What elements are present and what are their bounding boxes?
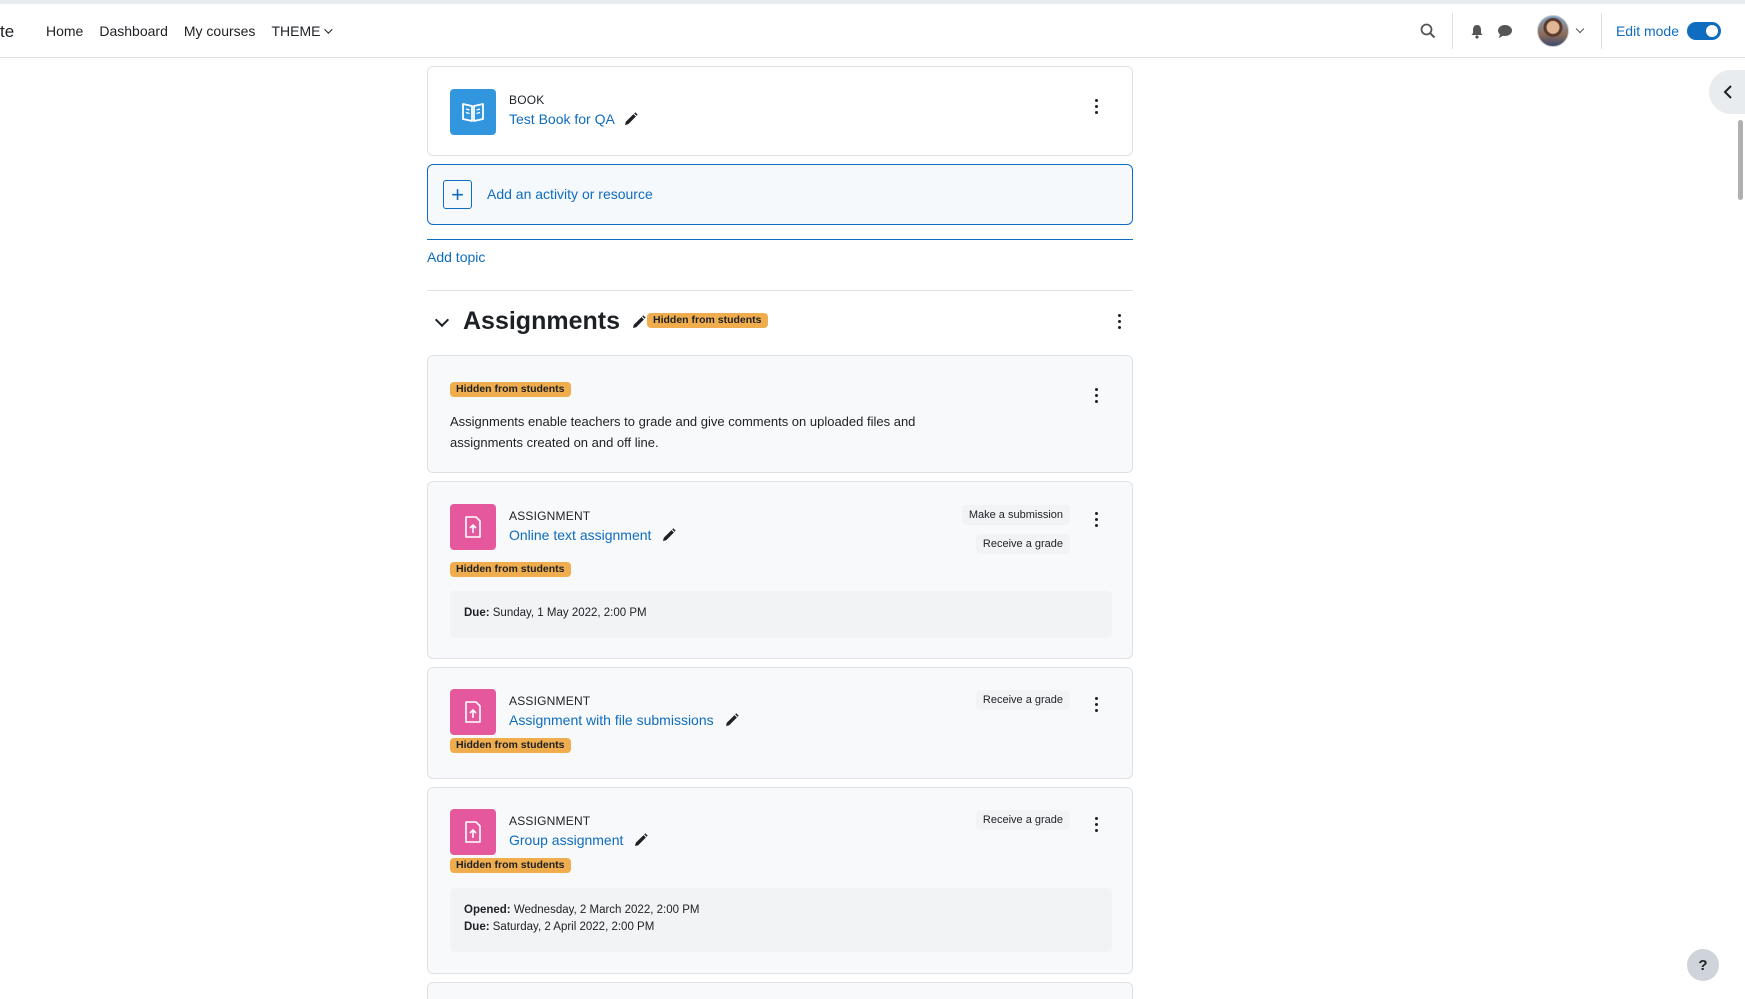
activity-type: ASSIGNMENT xyxy=(509,814,591,828)
navbar-divider xyxy=(1451,13,1453,49)
date-row: Due: Saturday, 2 April 2022, 2:00 PM xyxy=(464,919,1098,936)
search-icon[interactable] xyxy=(1414,17,1442,45)
activity-name[interactable]: Test Book for QA xyxy=(509,111,615,127)
pencil-icon[interactable] xyxy=(623,111,638,127)
activity-type: ASSIGNMENT xyxy=(509,694,591,708)
add-topic-link[interactable]: Add topic xyxy=(427,249,485,265)
section-title: Assignments xyxy=(463,307,620,335)
date-row: Due: Sunday, 1 May 2022, 2:00 PM xyxy=(464,605,1098,622)
add-activity-button[interactable]: + Add an activity or resource xyxy=(427,164,1133,225)
edit-mode-label: Edit mode xyxy=(1615,23,1679,39)
activity-name-link[interactable]: Online text assignment xyxy=(509,527,677,543)
chevron-down-icon[interactable] xyxy=(434,312,450,328)
pencil-icon[interactable] xyxy=(631,315,646,330)
nav-dashboard[interactable]: Dashboard xyxy=(99,23,168,39)
add-section-rule xyxy=(427,239,1133,240)
avatar[interactable] xyxy=(1536,15,1569,47)
activity-dates: Opened: Wednesday, 2 March 2022, 2:00 PM… xyxy=(450,888,1112,952)
book-icon xyxy=(450,89,496,135)
completion-requirement: Receive a grade xyxy=(975,810,1070,830)
kebab-icon[interactable] xyxy=(1086,383,1106,407)
assignment-icon xyxy=(450,809,496,855)
assignment-icon xyxy=(450,504,496,550)
kebab-icon[interactable] xyxy=(1086,812,1106,836)
activity-card-assignment: ASSIGNMENT Online text assignment Make a… xyxy=(427,481,1133,659)
site-name-fragment[interactable]: te xyxy=(0,22,14,42)
activity-type: BOOK xyxy=(509,93,545,107)
date-label: Due: xyxy=(464,921,490,933)
kebab-icon[interactable] xyxy=(1086,507,1106,531)
date-label: Opened: xyxy=(464,904,511,916)
date-value: Saturday, 2 April 2022, 2:00 PM xyxy=(492,921,655,933)
activity-card-next xyxy=(427,982,1133,999)
nav-home[interactable]: Home xyxy=(46,23,83,39)
date-value: Sunday, 1 May 2022, 2:00 PM xyxy=(492,607,647,619)
navbar-divider xyxy=(1600,13,1602,49)
activity-name[interactable]: Group assignment xyxy=(509,832,623,848)
chat-icon[interactable] xyxy=(1491,17,1519,45)
assignment-icon xyxy=(450,689,496,735)
activity-name-link[interactable]: Assignment with file submissions xyxy=(509,712,739,728)
chevron-down-icon[interactable] xyxy=(1575,24,1585,34)
section-summary-card: Hidden from students Assignments enable … xyxy=(427,355,1133,473)
activity-type: ASSIGNMENT xyxy=(509,509,591,523)
bell-icon[interactable] xyxy=(1463,17,1491,45)
status-badge: Hidden from students xyxy=(450,738,571,753)
primary-nav: Home Dashboard My courses THEME xyxy=(46,4,346,58)
navbar: te Home Dashboard My courses THEME Edit … xyxy=(0,4,1745,58)
nav-theme-label: THEME xyxy=(271,23,321,39)
kebab-icon[interactable] xyxy=(1086,692,1106,716)
chevron-left-icon xyxy=(1723,85,1732,99)
open-block-drawer-button[interactable] xyxy=(1709,70,1745,114)
activity-name-link[interactable]: Group assignment xyxy=(509,832,649,848)
activity-card-book: BOOK Test Book for QA xyxy=(427,66,1133,156)
status-badge: Hidden from students xyxy=(450,562,571,577)
add-activity-label: Add an activity or resource xyxy=(487,186,653,202)
help-button[interactable]: ? xyxy=(1687,949,1719,981)
pencil-icon[interactable] xyxy=(633,832,649,848)
section-summary-text: Assignments enable teachers to grade and… xyxy=(450,414,916,450)
activity-card-assignment: ASSIGNMENT Assignment with file submissi… xyxy=(427,667,1133,779)
navbar-right: Edit mode xyxy=(1414,4,1745,58)
pencil-icon[interactable] xyxy=(724,712,739,728)
activity-name[interactable]: Online text assignment xyxy=(509,527,651,543)
completion-requirement: Receive a grade xyxy=(975,690,1070,710)
activity-name-link[interactable]: Test Book for QA xyxy=(509,111,638,127)
section-divider xyxy=(427,290,1133,291)
completion-requirement: Receive a grade xyxy=(975,534,1070,554)
activity-name[interactable]: Assignment with file submissions xyxy=(509,712,714,728)
status-badge: Hidden from students xyxy=(450,382,571,397)
completion-requirement: Make a submission xyxy=(961,505,1070,525)
date-row: Opened: Wednesday, 2 March 2022, 2:00 PM xyxy=(464,902,1098,919)
kebab-icon[interactable] xyxy=(1086,94,1106,118)
pencil-icon[interactable] xyxy=(661,527,677,543)
status-badge: Hidden from students xyxy=(450,858,571,873)
activity-dates: Due: Sunday, 1 May 2022, 2:00 PM xyxy=(450,591,1112,638)
nav-my-courses[interactable]: My courses xyxy=(184,23,256,39)
kebab-icon[interactable] xyxy=(1109,309,1129,333)
scrollbar-thumb[interactable] xyxy=(1738,120,1743,200)
nav-theme-menu[interactable]: THEME xyxy=(271,23,334,39)
plus-icon: + xyxy=(443,180,472,209)
date-value: Wednesday, 2 March 2022, 2:00 PM xyxy=(513,904,700,916)
chevron-down-icon xyxy=(324,25,334,34)
status-badge: Hidden from students xyxy=(647,313,768,328)
section-header: Assignments Hidden from students xyxy=(427,303,1133,339)
date-label: Due: xyxy=(464,607,490,619)
activity-card-assignment: ASSIGNMENT Group assignment Receive a gr… xyxy=(427,787,1133,974)
edit-mode-toggle[interactable] xyxy=(1687,22,1721,40)
